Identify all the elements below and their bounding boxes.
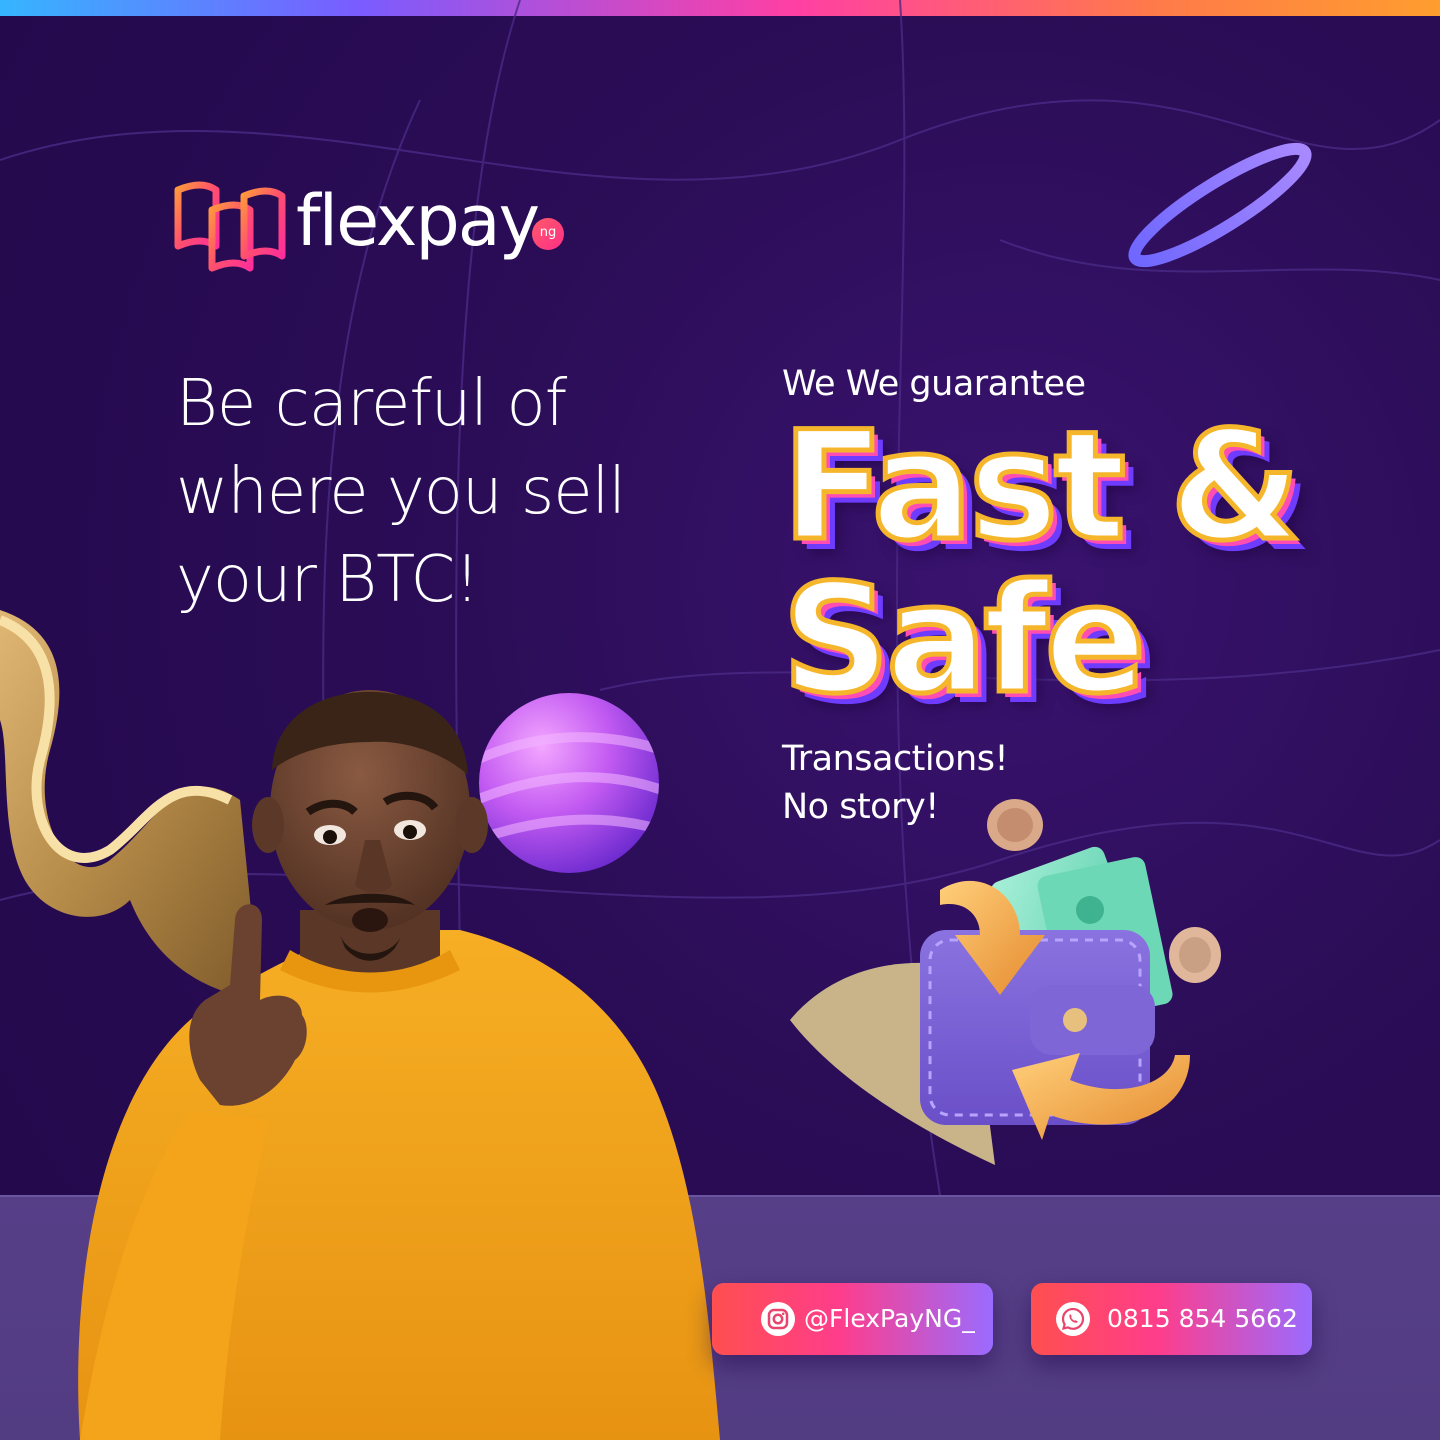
instagram-handle-text: @FlexPayNG_ bbox=[804, 1304, 975, 1333]
instagram-handle-pill[interactable]: @FlexPayNG_ bbox=[712, 1283, 993, 1355]
logo-wordmark: flexpay bbox=[296, 180, 540, 262]
flexpay-logo: flexpay ng bbox=[172, 176, 592, 296]
promo-poster: flexpay ng Be careful of where you sell … bbox=[0, 0, 1440, 1440]
logo-country-badge: ng bbox=[532, 218, 564, 250]
guarantee-intro: We We guarantee bbox=[782, 364, 1086, 404]
fast-headline: Fast & bbox=[780, 400, 1304, 574]
logo-mark-icon bbox=[174, 181, 286, 272]
man-pointing-up-figure bbox=[78, 690, 720, 1440]
whatsapp-number-text: 0815 854 5662 bbox=[1107, 1304, 1298, 1333]
whatsapp-number-pill[interactable]: 0815 854 5662 bbox=[1031, 1283, 1312, 1355]
floating-ring-decoration bbox=[1128, 142, 1312, 268]
whatsapp-icon bbox=[1056, 1302, 1090, 1336]
main-headline: Be careful of where you sell your BTC! bbox=[176, 360, 676, 624]
subtext-line-1: Transactions! bbox=[782, 739, 1009, 779]
instagram-icon bbox=[761, 1302, 795, 1336]
wallet-money-illustration bbox=[790, 799, 1221, 1165]
safe-headline: Safe bbox=[779, 553, 1148, 727]
headline-line-1: Be careful of bbox=[176, 367, 567, 441]
headline-line-2: where you sell bbox=[176, 455, 626, 529]
